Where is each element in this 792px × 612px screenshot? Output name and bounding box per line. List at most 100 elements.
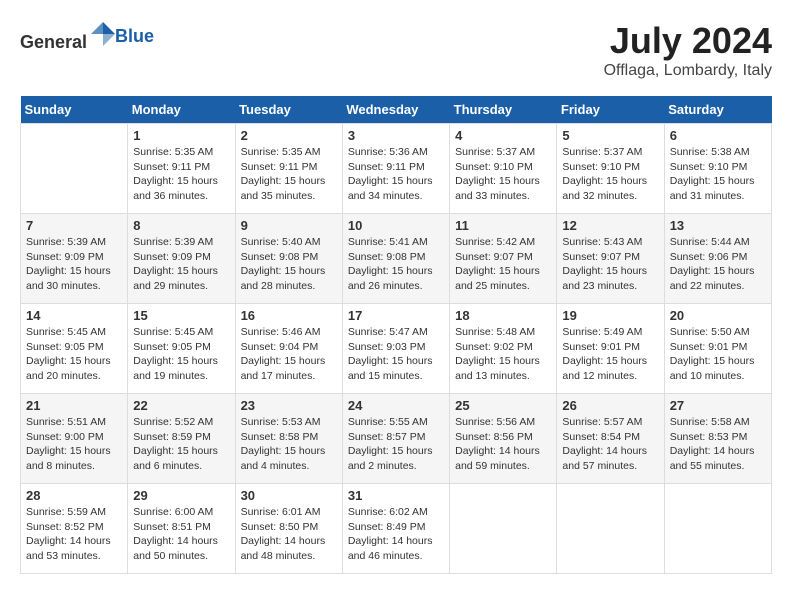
calendar-header-row: Sunday Monday Tuesday Wednesday Thursday… — [21, 96, 772, 124]
day-number: 22 — [133, 398, 229, 413]
calendar-cell: 28 Sunrise: 5:59 AM Sunset: 8:52 PM Dayli… — [21, 484, 128, 574]
calendar-cell: 30Sunrise: 6:01 AM Sunset: 8:50 PM Dayli… — [235, 484, 342, 574]
calendar-cell — [21, 124, 128, 214]
header-friday: Friday — [557, 96, 664, 124]
day-info: Sunrise: 5:44 AM Sunset: 9:06 PM Dayligh… — [670, 235, 766, 294]
day-number: 7 — [26, 218, 122, 233]
day-info: Sunrise: 5:36 AM Sunset: 9:11 PM Dayligh… — [348, 145, 444, 204]
day-info: Sunrise: 5:52 AM Sunset: 8:59 PM Dayligh… — [133, 415, 229, 474]
day-number: 18 — [455, 308, 551, 323]
day-info: Sunrise: 5:53 AM Sunset: 8:58 PM Dayligh… — [241, 415, 337, 474]
day-info: Sunrise: 5:43 AM Sunset: 9:07 PM Dayligh… — [562, 235, 658, 294]
day-info: Sunrise: 5:45 AM Sunset: 9:05 PM Dayligh… — [26, 325, 122, 384]
day-info: Sunrise: 5:39 AM Sunset: 9:09 PM Dayligh… — [26, 235, 122, 294]
calendar-cell: 27 Sunrise: 5:58 AM Sunset: 8:53 PM Dayli… — [664, 394, 771, 484]
day-number: 9 — [241, 218, 337, 233]
calendar-cell: 22 Sunrise: 5:52 AM Sunset: 8:59 PM Dayli… — [128, 394, 235, 484]
calendar-cell: 25 Sunrise: 5:56 AM Sunset: 8:56 PM Dayli… — [450, 394, 557, 484]
day-number: 8 — [133, 218, 229, 233]
calendar-cell: 5 Sunrise: 5:37 AM Sunset: 9:10 PM Daylig… — [557, 124, 664, 214]
day-info: Sunrise: 5:50 AM Sunset: 9:01 PM Dayligh… — [670, 325, 766, 384]
calendar-cell: 11Sunrise: 5:42 AM Sunset: 9:07 PM Dayli… — [450, 214, 557, 304]
day-number: 6 — [670, 128, 766, 143]
calendar-cell: 16Sunrise: 5:46 AM Sunset: 9:04 PM Dayli… — [235, 304, 342, 394]
day-number: 14 — [26, 308, 122, 323]
calendar-cell: 26 Sunrise: 5:57 AM Sunset: 8:54 PM Dayli… — [557, 394, 664, 484]
day-info: Sunrise: 5:40 AM Sunset: 9:08 PM Dayligh… — [241, 235, 337, 294]
calendar-cell: 20 Sunrise: 5:50 AM Sunset: 9:01 PM Dayli… — [664, 304, 771, 394]
calendar-cell — [664, 484, 771, 574]
day-number: 13 — [670, 218, 766, 233]
calendar-cell: 29 Sunrise: 6:00 AM Sunset: 8:51 PM Dayli… — [128, 484, 235, 574]
day-number: 3 — [348, 128, 444, 143]
day-number: 12 — [562, 218, 658, 233]
header-sunday: Sunday — [21, 96, 128, 124]
calendar-cell: 23 Sunrise: 5:53 AM Sunset: 8:58 PM Dayli… — [235, 394, 342, 484]
day-info: Sunrise: 5:35 AM Sunset: 9:11 PM Dayligh… — [133, 145, 229, 204]
calendar-cell: 1 Sunrise: 5:35 AM Sunset: 9:11 PM Daylig… — [128, 124, 235, 214]
day-info: Sunrise: 5:59 AM Sunset: 8:52 PM Dayligh… — [26, 505, 122, 564]
calendar-cell: 15Sunrise: 5:45 AM Sunset: 9:05 PM Dayli… — [128, 304, 235, 394]
calendar-cell: 9 Sunrise: 5:40 AM Sunset: 9:08 PM Daylig… — [235, 214, 342, 304]
calendar-cell: 6Sunrise: 5:38 AM Sunset: 9:10 PM Daylig… — [664, 124, 771, 214]
day-number: 10 — [348, 218, 444, 233]
header-monday: Monday — [128, 96, 235, 124]
calendar-cell — [557, 484, 664, 574]
calendar-cell: 21 Sunrise: 5:51 AM Sunset: 9:00 PM Dayli… — [21, 394, 128, 484]
day-number: 2 — [241, 128, 337, 143]
day-number: 20 — [670, 308, 766, 323]
day-info: Sunrise: 5:56 AM Sunset: 8:56 PM Dayligh… — [455, 415, 551, 474]
day-number: 5 — [562, 128, 658, 143]
day-info: Sunrise: 5:37 AM Sunset: 9:10 PM Dayligh… — [562, 145, 658, 204]
day-info: Sunrise: 5:51 AM Sunset: 9:00 PM Dayligh… — [26, 415, 122, 474]
calendar-cell: 12 Sunrise: 5:43 AM Sunset: 9:07 PM Dayli… — [557, 214, 664, 304]
logo-icon — [89, 20, 117, 48]
calendar-cell: 3 Sunrise: 5:36 AM Sunset: 9:11 PM Daylig… — [342, 124, 449, 214]
day-number: 11 — [455, 218, 551, 233]
day-info: Sunrise: 6:02 AM Sunset: 8:49 PM Dayligh… — [348, 505, 444, 564]
day-info: Sunrise: 5:48 AM Sunset: 9:02 PM Dayligh… — [455, 325, 551, 384]
day-info: Sunrise: 5:55 AM Sunset: 8:57 PM Dayligh… — [348, 415, 444, 474]
day-number: 16 — [241, 308, 337, 323]
header-wednesday: Wednesday — [342, 96, 449, 124]
calendar-cell: 24 Sunrise: 5:55 AM Sunset: 8:57 PM Dayli… — [342, 394, 449, 484]
calendar-cell: 13 Sunrise: 5:44 AM Sunset: 9:06 PM Dayli… — [664, 214, 771, 304]
header-thursday: Thursday — [450, 96, 557, 124]
day-number: 26 — [562, 398, 658, 413]
day-number: 25 — [455, 398, 551, 413]
day-info: Sunrise: 5:37 AM Sunset: 9:10 PM Dayligh… — [455, 145, 551, 204]
calendar-cell — [450, 484, 557, 574]
day-number: 21 — [26, 398, 122, 413]
calendar-cell: 14 Sunrise: 5:45 AM Sunset: 9:05 PM Dayli… — [21, 304, 128, 394]
calendar-body: 1 Sunrise: 5:35 AM Sunset: 9:11 PM Daylig… — [21, 124, 772, 574]
header-tuesday: Tuesday — [235, 96, 342, 124]
calendar-cell: 10Sunrise: 5:41 AM Sunset: 9:08 PM Dayli… — [342, 214, 449, 304]
calendar-cell: 8Sunrise: 5:39 AM Sunset: 9:09 PM Daylig… — [128, 214, 235, 304]
day-number: 24 — [348, 398, 444, 413]
logo-blue-text: Blue — [115, 26, 154, 47]
calendar-cell: 2 Sunrise: 5:35 AM Sunset: 9:11 PM Daylig… — [235, 124, 342, 214]
calendar-week-row: 21 Sunrise: 5:51 AM Sunset: 9:00 PM Dayli… — [21, 394, 772, 484]
calendar-cell: 7 Sunrise: 5:39 AM Sunset: 9:09 PM Daylig… — [21, 214, 128, 304]
day-number: 31 — [348, 488, 444, 503]
day-number: 23 — [241, 398, 337, 413]
location-subtitle: Offlaga, Lombardy, Italy — [604, 62, 772, 80]
day-info: Sunrise: 6:00 AM Sunset: 8:51 PM Dayligh… — [133, 505, 229, 564]
header-saturday: Saturday — [664, 96, 771, 124]
day-number: 30 — [241, 488, 337, 503]
day-number: 19 — [562, 308, 658, 323]
day-number: 1 — [133, 128, 229, 143]
calendar-table: Sunday Monday Tuesday Wednesday Thursday… — [20, 96, 772, 574]
title-area: July 2024 Offlaga, Lombardy, Italy — [604, 20, 772, 80]
day-number: 28 — [26, 488, 122, 503]
day-info: Sunrise: 5:35 AM Sunset: 9:11 PM Dayligh… — [241, 145, 337, 204]
day-info: Sunrise: 5:57 AM Sunset: 8:54 PM Dayligh… — [562, 415, 658, 474]
calendar-week-row: 1 Sunrise: 5:35 AM Sunset: 9:11 PM Daylig… — [21, 124, 772, 214]
day-info: Sunrise: 5:58 AM Sunset: 8:53 PM Dayligh… — [670, 415, 766, 474]
day-number: 27 — [670, 398, 766, 413]
day-number: 17 — [348, 308, 444, 323]
day-number: 29 — [133, 488, 229, 503]
calendar-week-row: 7 Sunrise: 5:39 AM Sunset: 9:09 PM Daylig… — [21, 214, 772, 304]
calendar-cell: 17Sunrise: 5:47 AM Sunset: 9:03 PM Dayli… — [342, 304, 449, 394]
calendar-cell: 19Sunrise: 5:49 AM Sunset: 9:01 PM Dayli… — [557, 304, 664, 394]
